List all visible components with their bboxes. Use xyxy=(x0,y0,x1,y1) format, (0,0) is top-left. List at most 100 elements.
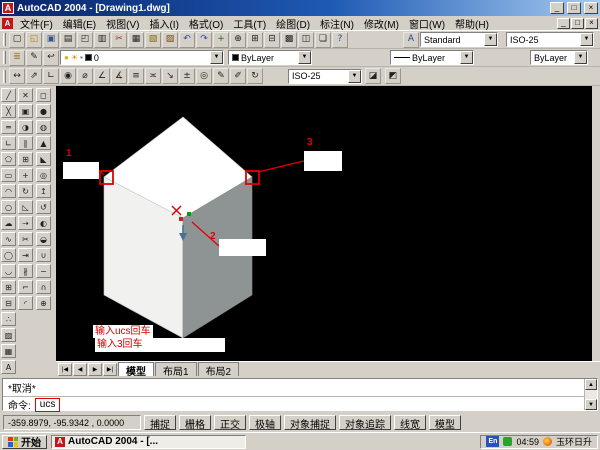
close-button[interactable]: × xyxy=(584,2,598,14)
ellipse-icon[interactable]: ◯ xyxy=(1,248,16,262)
union-icon[interactable]: ∪ xyxy=(36,248,51,262)
move-icon[interactable]: + xyxy=(18,168,33,182)
toolbar-grip[interactable] xyxy=(3,69,6,83)
doc-restore-button[interactable]: □ xyxy=(571,17,584,29)
command-input-line[interactable]: 命令: ucs xyxy=(3,396,584,412)
cone-icon[interactable]: ▲ xyxy=(36,136,51,150)
construction-line-icon[interactable]: ╳ xyxy=(1,104,16,118)
fillet-icon[interactable]: ◜ xyxy=(18,296,33,310)
menu-item[interactable]: 编辑(E) xyxy=(58,16,101,31)
hatch-icon[interactable]: ▨ xyxy=(1,328,16,342)
status-toggle-button[interactable]: 极轴 xyxy=(249,415,281,431)
paste-icon[interactable]: ▧ xyxy=(145,31,161,48)
dim-text-edit-icon[interactable]: ✐ xyxy=(230,68,246,84)
insert-block-icon[interactable]: ⊞ xyxy=(1,280,16,294)
new-file-icon[interactable]: ▢ xyxy=(9,31,25,48)
cylinder-icon[interactable]: ◍ xyxy=(36,120,51,134)
stretch-icon[interactable]: ⇢ xyxy=(18,216,33,230)
tab-layout2[interactable]: 布局2 xyxy=(197,362,240,378)
scale-icon[interactable]: ◺ xyxy=(18,200,33,214)
line-icon[interactable]: ╱ xyxy=(1,88,16,102)
chevron-down-icon[interactable]: ▼ xyxy=(574,51,587,64)
maximize-button[interactable]: □ xyxy=(567,2,581,14)
rotate-icon[interactable]: ↻ xyxy=(18,184,33,198)
arc-icon[interactable]: ◠ xyxy=(1,184,16,198)
menu-item[interactable]: 绘图(D) xyxy=(271,16,315,31)
tab-scroll-button[interactable]: |◀ xyxy=(58,363,72,376)
tray-app-icon[interactable] xyxy=(542,437,552,446)
dim-update-icon[interactable]: ↻ xyxy=(247,68,263,84)
array-icon[interactable]: ⊞ xyxy=(18,152,33,166)
layer-combo[interactable]: ● ☀ ▪ 0 ▼ xyxy=(60,50,224,65)
tolerance-icon[interactable]: ± xyxy=(179,68,195,84)
status-toggle-button[interactable]: 对象捕捉 xyxy=(284,415,336,431)
command-scrollbar[interactable]: ▲ ▼ xyxy=(584,379,597,410)
center-mark-icon[interactable]: ◎ xyxy=(196,68,212,84)
menu-item[interactable]: 格式(O) xyxy=(184,16,228,31)
scroll-down-icon[interactable]: ▼ xyxy=(585,399,597,410)
circle-icon[interactable]: ○ xyxy=(1,200,16,214)
break-icon[interactable]: ∦ xyxy=(18,264,33,278)
dim-style-combo[interactable]: ISO-25 ▼ xyxy=(288,68,362,84)
zoom-previous-icon[interactable]: ⊟ xyxy=(264,31,280,48)
tab-scroll-button[interactable]: ◀ xyxy=(73,363,87,376)
copy-object-icon[interactable]: ▣ xyxy=(18,104,33,118)
lineweight-combo[interactable]: ByLayer ▼ xyxy=(530,50,588,65)
quick-leader-icon[interactable]: ↘ xyxy=(162,68,178,84)
zoom-realtime-icon[interactable]: ⊕ xyxy=(230,31,246,48)
cut-icon[interactable]: ✂ xyxy=(111,31,127,48)
chevron-down-icon[interactable]: ▼ xyxy=(348,69,361,83)
redo-icon[interactable]: ↷ xyxy=(196,31,212,48)
make-block-icon[interactable]: ⊟ xyxy=(1,296,16,310)
status-toggle-button[interactable]: 栅格 xyxy=(179,415,211,431)
designcenter-icon[interactable]: ◫ xyxy=(298,31,314,48)
chevron-down-icon[interactable]: ▼ xyxy=(580,33,593,46)
chevron-down-icon[interactable]: ▼ xyxy=(460,51,473,64)
chamfer-icon[interactable]: ⌐ xyxy=(18,280,33,294)
aligned-dim-icon[interactable]: ⇗ xyxy=(26,68,42,84)
menu-item[interactable]: 工具(T) xyxy=(228,16,271,31)
dim-edit-icon[interactable]: ✎ xyxy=(213,68,229,84)
chevron-down-icon[interactable]: ▼ xyxy=(484,33,497,46)
rectangle-icon[interactable]: ▭ xyxy=(1,168,16,182)
tab-model[interactable]: 模型 xyxy=(118,362,154,378)
taskbar-task-autocad[interactable]: A AutoCAD 2004 - [... xyxy=(51,434,246,449)
dim-override-icon[interactable]: ◩ xyxy=(385,68,401,84)
orbit-icon[interactable]: ⊕ xyxy=(36,296,51,310)
section-icon[interactable]: ◒ xyxy=(36,232,51,246)
text-style-combo[interactable]: Standard ▼ xyxy=(420,32,498,47)
slice-icon[interactable]: ◐ xyxy=(36,216,51,230)
menu-item[interactable]: 插入(I) xyxy=(144,16,183,31)
menu-item[interactable]: 帮助(H) xyxy=(450,16,494,31)
minimize-button[interactable]: _ xyxy=(550,2,564,14)
dim-style-combo-top[interactable]: ISO-25 ▼ xyxy=(506,32,594,47)
publish-icon[interactable]: ▥ xyxy=(94,31,110,48)
doc-minimize-button[interactable]: _ xyxy=(557,17,570,29)
sphere-icon[interactable]: ● xyxy=(36,104,51,118)
properties-icon[interactable]: ▩ xyxy=(281,31,297,48)
menu-item[interactable]: 视图(V) xyxy=(101,16,144,31)
subtract-icon[interactable]: − xyxy=(36,264,51,278)
linear-dim-icon[interactable]: ↔ xyxy=(9,68,25,84)
start-button[interactable]: 开始 xyxy=(2,434,47,449)
ellipse-arc-icon[interactable]: ◡ xyxy=(1,264,16,278)
point-icon[interactable]: ∴ xyxy=(1,312,16,326)
menu-item[interactable]: 标注(N) xyxy=(315,16,359,31)
polygon-icon[interactable]: ⬠ xyxy=(1,152,16,166)
mtext-icon[interactable]: A xyxy=(1,360,16,374)
continue-dim-icon[interactable]: ≍ xyxy=(145,68,161,84)
mirror-icon[interactable]: ◑ xyxy=(18,120,33,134)
plot-icon[interactable]: ▤ xyxy=(60,31,76,48)
scroll-up-icon[interactable]: ▲ xyxy=(585,379,597,390)
chevron-down-icon[interactable]: ▼ xyxy=(210,51,223,64)
copy-icon[interactable]: ▦ xyxy=(128,31,144,48)
tab-layout1[interactable]: 布局1 xyxy=(155,362,197,378)
trim-icon[interactable]: ✂ xyxy=(18,232,33,246)
chevron-down-icon[interactable]: ▼ xyxy=(298,51,311,64)
status-toggle-button[interactable]: 正交 xyxy=(214,415,246,431)
layer-previous-icon[interactable]: ↩ xyxy=(43,49,59,66)
intersect-icon[interactable]: ∩ xyxy=(36,280,51,294)
status-toggle-button[interactable]: 模型 xyxy=(429,415,461,431)
doc-close-button[interactable]: × xyxy=(585,17,598,29)
toolbar-grip[interactable] xyxy=(3,51,6,64)
